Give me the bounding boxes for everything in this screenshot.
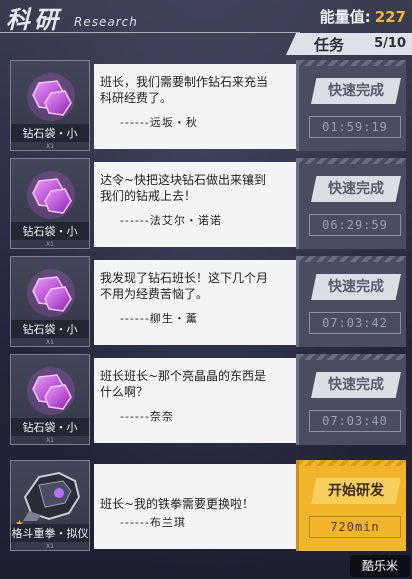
research-card: 钻石袋・小 X1 达令~快把这块钻石做出来镶到 我们的钻戒上去！ ------法… [10, 158, 406, 249]
panel-stripe [299, 158, 406, 164]
item-quantity: X1 [46, 437, 54, 444]
countdown-timer: 07:03:42 [309, 312, 401, 334]
message-signature: ------法艾尔・诺诺 [120, 214, 222, 227]
energy-label: 能量值: [319, 8, 371, 26]
gem-icon [27, 73, 75, 121]
message-signature: ------柳生・薰 [120, 312, 198, 325]
start-research-button[interactable]: 开始研发 [311, 478, 401, 504]
gem-icon [27, 367, 75, 415]
item-slot[interactable]: ★ 格斗重拳・拟仪 X1 [10, 460, 90, 551]
item-name: 钻石袋・小 [11, 418, 89, 436]
item-slot[interactable]: 钻石袋・小 X1 [10, 158, 90, 249]
research-card: 钻石袋・小 X1 班长，我们需要制作钻石来充当 科研经费了。 ------远坂・… [10, 60, 406, 151]
header: 科研 Research 能量值: 227 任务 5/10 [0, 0, 412, 58]
action-panel: 快速完成 07:03:42 [296, 256, 406, 347]
item-quantity: X1 [46, 143, 54, 150]
panel-stripe [299, 460, 406, 466]
gem-icon [27, 171, 75, 219]
item-name: 格斗重拳・拟仪 [11, 524, 89, 542]
message-text: 班长班长~那个亮晶晶的东西是 什么啊？ [100, 369, 267, 399]
message-signature: ------远坂・秋 [120, 116, 198, 129]
item-slot[interactable]: 钻石袋・小 X1 [10, 354, 90, 445]
message-text: 我发现了钻石班长！这下几个月 不用为经费苦恼了。 [100, 271, 269, 301]
quick-complete-button[interactable]: 快速完成 [311, 176, 401, 202]
action-panel: 快速完成 01:59:19 [296, 60, 406, 151]
quick-complete-button[interactable]: 快速完成 [311, 372, 401, 398]
header-divider [0, 32, 300, 33]
item-slot[interactable]: 钻石袋・小 X1 [10, 60, 90, 151]
item-name: 钻石袋・小 [11, 320, 89, 338]
countdown-timer: 01:59:19 [309, 116, 401, 138]
countdown-timer: 07:03:40 [309, 410, 401, 432]
research-card: ★ 格斗重拳・拟仪 X1 班长~我的铁拳需要更换啦！ ------布兰琪 开始研… [10, 460, 406, 551]
message-text: 班长~我的铁拳需要更换啦！ [100, 497, 255, 511]
action-panel: 快速完成 06:29:59 [296, 158, 406, 249]
item-name: 钻石袋・小 [11, 124, 89, 142]
action-panel: 开始研发 720min [296, 460, 406, 551]
watermark: 酷乐米 [350, 555, 410, 577]
panel-stripe [299, 354, 406, 360]
research-card: 钻石袋・小 X1 班长班长~那个亮晶晶的东西是 什么啊？ ------奈奈 快速… [10, 354, 406, 445]
panel-stripe [299, 256, 406, 262]
item-quantity: X1 [46, 241, 54, 248]
countdown-timer: 06:29:59 [309, 214, 401, 236]
research-card: 钻石袋・小 X1 我发现了钻石班长！这下几个月 不用为经费苦恼了。 ------… [10, 256, 406, 347]
message-signature: ------布兰琪 [120, 516, 186, 529]
gem-icon [27, 269, 75, 317]
item-name: 钻石袋・小 [11, 222, 89, 240]
energy-value: 227 [374, 8, 406, 26]
item-slot[interactable]: 钻石袋・小 X1 [10, 256, 90, 347]
task-label: 任务 [314, 36, 345, 54]
message-text: 班长，我们需要制作钻石来充当 科研经费了。 [100, 75, 269, 105]
message-text: 达令~快把这块钻石做出来镶到 我们的钻戒上去！ [100, 173, 267, 203]
energy-display: 能量值: 227 [320, 6, 406, 27]
panel-stripe [299, 60, 406, 66]
action-panel: 快速完成 07:03:40 [296, 354, 406, 445]
message-signature: ------奈奈 [120, 410, 174, 423]
research-duration: 720min [309, 516, 401, 538]
page-subtitle: Research [74, 15, 138, 29]
item-quantity: X1 [46, 339, 54, 346]
page-title: 科研 [6, 6, 62, 34]
quick-complete-button[interactable]: 快速完成 [311, 78, 401, 104]
quick-complete-button[interactable]: 快速完成 [311, 274, 401, 300]
item-quantity: X1 [46, 543, 54, 550]
glove-icon [23, 471, 81, 521]
task-count: 5/10 [374, 36, 406, 51]
